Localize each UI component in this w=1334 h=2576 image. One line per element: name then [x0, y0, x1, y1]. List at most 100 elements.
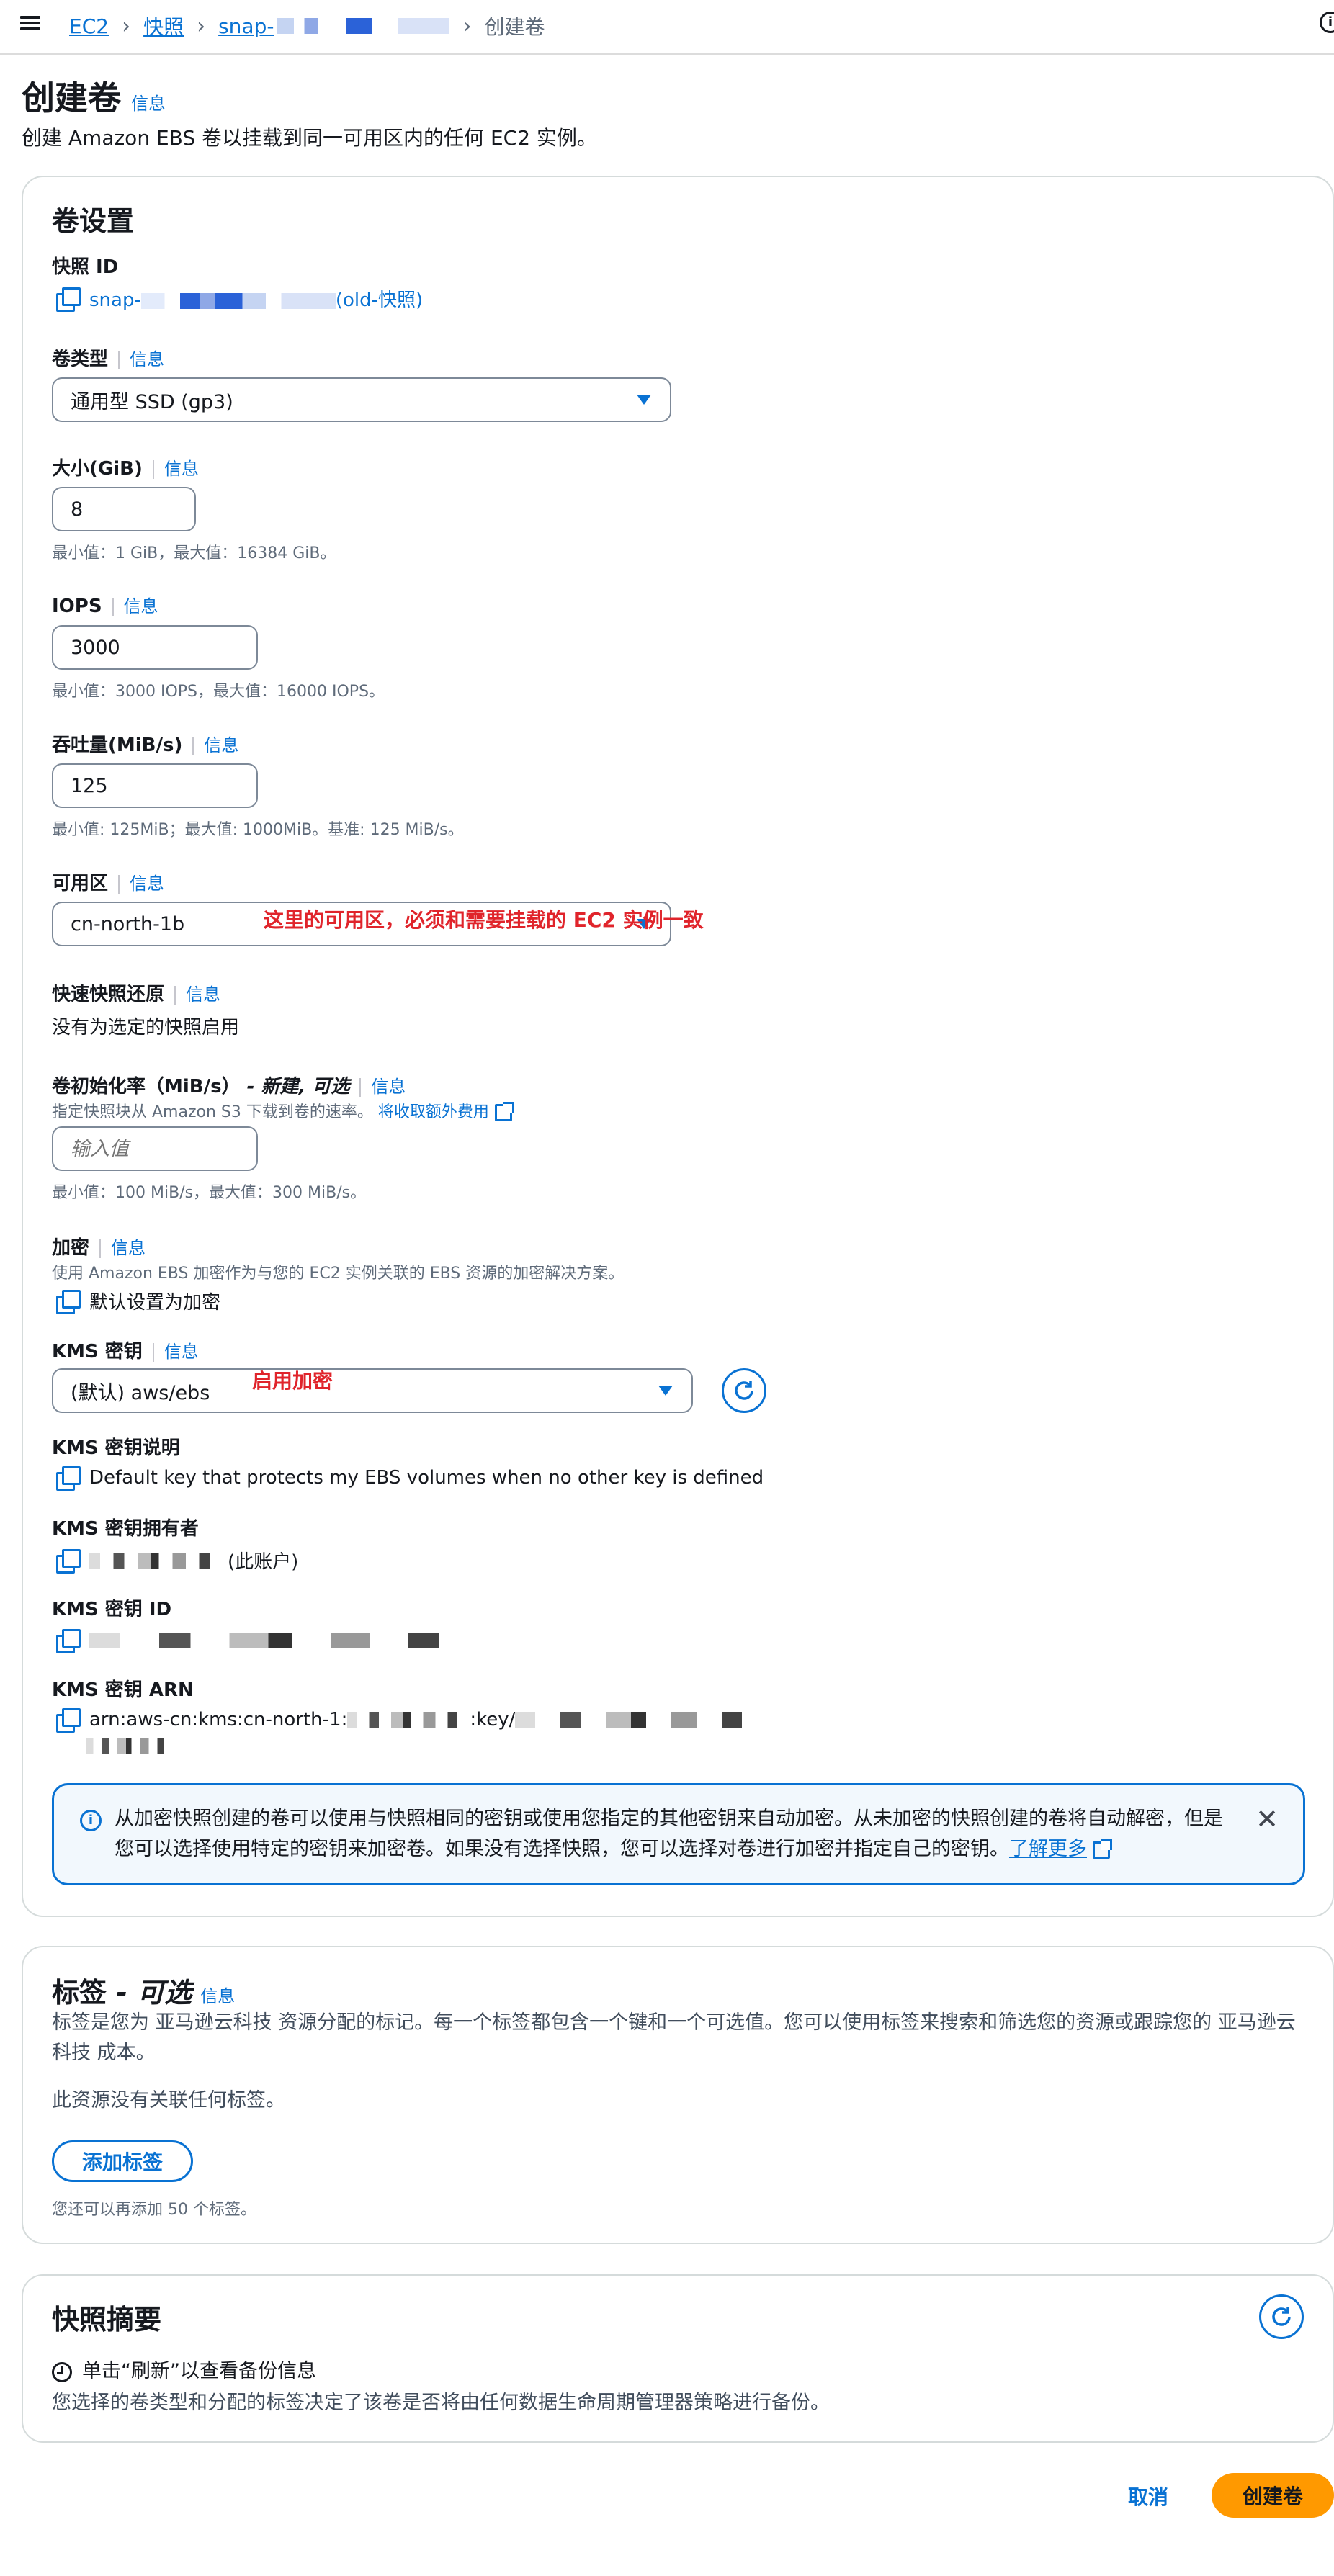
kms-owner-label: KMS 密钥拥有者: [52, 1518, 199, 1540]
summary-description: 您选择的卷类型和分配的标签决定了该卷是否将由任何数据生命周期管理器策略进行备份。: [52, 2392, 830, 2414]
copy-icon[interactable]: [56, 1548, 81, 1574]
throughput-label: 吞吐量(MiB/s) 信息: [52, 735, 239, 756]
throughput-info-link[interactable]: 信息: [204, 735, 238, 755]
snapshot-summary-title: 快照摘要: [52, 2304, 162, 2335]
encryption-info-link[interactable]: 信息: [111, 1238, 146, 1258]
page-description: 创建 Amazon EBS 卷以挂载到同一可用区内的任何 EC2 实例。: [22, 126, 597, 150]
fast-restore-label: 快速快照还原 信息: [52, 984, 221, 1005]
page-info-link[interactable]: 信息: [131, 94, 166, 114]
throughput-input[interactable]: 125: [52, 763, 258, 808]
info-icon: i: [80, 1810, 102, 1831]
kms-owner-row: (此账户): [56, 1547, 298, 1574]
encryption-hint: 使用 Amazon EBS 加密作为与您的 EC2 实例关联的 EBS 资源的加…: [52, 1265, 625, 1283]
extra-cost-link[interactable]: 将收取额外费用: [378, 1103, 489, 1121]
volume-type-info-link[interactable]: 信息: [130, 349, 164, 369]
kms-refresh-button[interactable]: [722, 1368, 766, 1413]
copy-icon[interactable]: [56, 1289, 81, 1314]
redacted-account-id: [347, 1712, 470, 1728]
summary-refresh-hint: 单击“刷新”以查看备份信息: [52, 2355, 316, 2383]
breadcrumb-ec2-link[interactable]: EC2: [69, 14, 109, 38]
breadcrumb: EC2 › 快照 › snap- › 创建卷: [69, 12, 545, 40]
tags-remaining: 您还可以再添加 50 个标签。: [52, 2201, 256, 2219]
kms-arn-row: arn:aws-cn:kms:cn-north-1: :key/: [56, 1708, 768, 1733]
az-info-link[interactable]: 信息: [130, 874, 164, 894]
external-link-icon: [494, 1102, 514, 1121]
menu-icon[interactable]: [20, 13, 42, 35]
volume-type-label: 卷类型 信息: [52, 349, 165, 370]
page-title: 创建卷 信息: [22, 78, 166, 117]
redacted-snapshot-id: [140, 292, 336, 309]
volume-type-select[interactable]: 通用型 SSD (gp3): [52, 377, 671, 422]
kms-id-label: KMS 密钥 ID: [52, 1599, 172, 1620]
size-hint: 最小值：1 GiB，最大值：16384 GiB。: [52, 544, 336, 562]
az-label: 可用区 信息: [52, 873, 165, 894]
breadcrumb-snapshot-link[interactable]: snap-: [218, 14, 274, 38]
kms-desc-value: Default key that protects my EBS volumes…: [89, 1467, 764, 1489]
add-tag-button[interactable]: 添加标签: [52, 2140, 193, 2182]
redacted-kms-key-id: [89, 1633, 478, 1648]
breadcrumb-current: 创建卷: [484, 15, 545, 39]
snapshot-id-label: 快照 ID: [52, 256, 119, 278]
kms-id-row: [56, 1629, 478, 1653]
kms-arn-label: KMS 密钥 ARN: [52, 1679, 194, 1701]
encryption-value: 默认设置为加密: [89, 1292, 221, 1314]
refresh-icon: [735, 1381, 753, 1400]
tags-info-link[interactable]: 信息: [200, 1986, 235, 2006]
chevron-right-icon: ›: [122, 13, 131, 39]
encryption-info-alert: i 从加密快照创建的卷可以使用与快照相同的密钥或使用您指定的其他密钥来自动加密。…: [52, 1783, 1305, 1885]
learn-more-link[interactable]: 了解更多: [1009, 1838, 1087, 1860]
encryption-row: 默认设置为加密: [56, 1288, 220, 1314]
tags-title: 标签 - 可选 信息: [52, 1977, 236, 2009]
alert-text: 从加密快照创建的卷可以使用与快照相同的密钥或使用您指定的其他密钥来自动加密。从未…: [115, 1808, 1223, 1860]
fast-restore-info-link[interactable]: 信息: [186, 984, 220, 1005]
chevron-right-icon: ›: [197, 13, 206, 39]
snapshot-summary-card: 快照摘要 单击“刷新”以查看备份信息 您选择的卷类型和分配的标签决定了该卷是否将…: [22, 2274, 1334, 2443]
tags-description: 标签是您为 亚马逊云科技 资源分配的标记。每一个标签都包含一个键和一个可选值。您…: [52, 2011, 1296, 2064]
kms-key-info-link[interactable]: 信息: [164, 1342, 199, 1362]
external-link-icon: [1093, 1839, 1112, 1859]
create-volume-button[interactable]: 创建卷: [1212, 2473, 1334, 2518]
tags-card: 标签 - 可选 信息 标签是您为 亚马逊云科技 资源分配的标记。每一个标签都包含一…: [22, 1946, 1334, 2244]
init-rate-hint: 指定快照块从 Amazon S3 下载到卷的速率。 将收取额外费用: [52, 1099, 514, 1122]
az-annotation: 这里的可用区，必须和需要挂载的 EC2 实例一致: [264, 908, 704, 932]
init-rate-label: 卷初始化率（MiB/s） - 新建, 可选 信息: [52, 1076, 406, 1098]
redacted-arn-tail: [86, 1738, 173, 1754]
summary-refresh-button[interactable]: [1259, 2294, 1304, 2339]
snapshot-id-link[interactable]: snap- (old-快照): [89, 285, 423, 312]
copy-icon[interactable]: [56, 1708, 81, 1733]
init-rate-range: 最小值：100 MiB/s，最大值：300 MiB/s。: [52, 1184, 367, 1202]
caret-down-icon: [658, 1386, 673, 1396]
snapshot-id-row: snap- (old-快照): [56, 285, 423, 312]
kms-desc-label: KMS 密钥说明: [52, 1437, 180, 1459]
kms-owner-suffix: (此账户): [228, 1551, 299, 1573]
kms-key-select[interactable]: (默认) aws/ebs: [52, 1368, 693, 1413]
clock-icon: [52, 2361, 72, 2382]
init-rate-info-link[interactable]: 信息: [371, 1077, 406, 1097]
kms-key-label: KMS 密钥 信息: [52, 1341, 199, 1363]
init-rate-input[interactable]: [52, 1126, 258, 1171]
size-label: 大小(GiB) 信息: [52, 458, 199, 480]
copy-icon[interactable]: [56, 1466, 81, 1491]
redacted-account-id: [89, 1552, 223, 1569]
iops-label: IOPS 信息: [52, 596, 158, 617]
redacted-snapshot-id: [277, 18, 450, 34]
breadcrumb-snapshots-link[interactable]: 快照: [143, 12, 184, 40]
iops-hint: 最小值：3000 IOPS，最大值：16000 IOPS。: [52, 683, 385, 701]
size-input[interactable]: 8: [52, 487, 196, 531]
kms-desc-row: Default key that protects my EBS volumes…: [56, 1466, 764, 1491]
iops-input[interactable]: 3000: [52, 625, 258, 670]
info-icon[interactable]: i: [1320, 12, 1334, 33]
copy-icon[interactable]: [56, 1629, 81, 1653]
volume-settings-title: 卷设置: [52, 205, 135, 237]
encryption-label: 加密 信息: [52, 1237, 146, 1259]
copy-icon[interactable]: [56, 287, 81, 312]
chevron-right-icon: ›: [462, 13, 472, 39]
iops-info-link[interactable]: 信息: [124, 596, 158, 616]
kms-key-annotation: 启用加密: [252, 1369, 334, 1393]
size-info-link[interactable]: 信息: [164, 459, 199, 479]
redacted-kms-key-id: [515, 1712, 768, 1728]
top-navigation-bar: EC2 › 快照 › snap- › 创建卷 i: [0, 0, 1334, 55]
tags-empty: 此资源没有关联任何标签。: [52, 2089, 285, 2111]
close-icon[interactable]: ✕: [1255, 1805, 1279, 1833]
cancel-button[interactable]: 取消: [1128, 2482, 1168, 2510]
